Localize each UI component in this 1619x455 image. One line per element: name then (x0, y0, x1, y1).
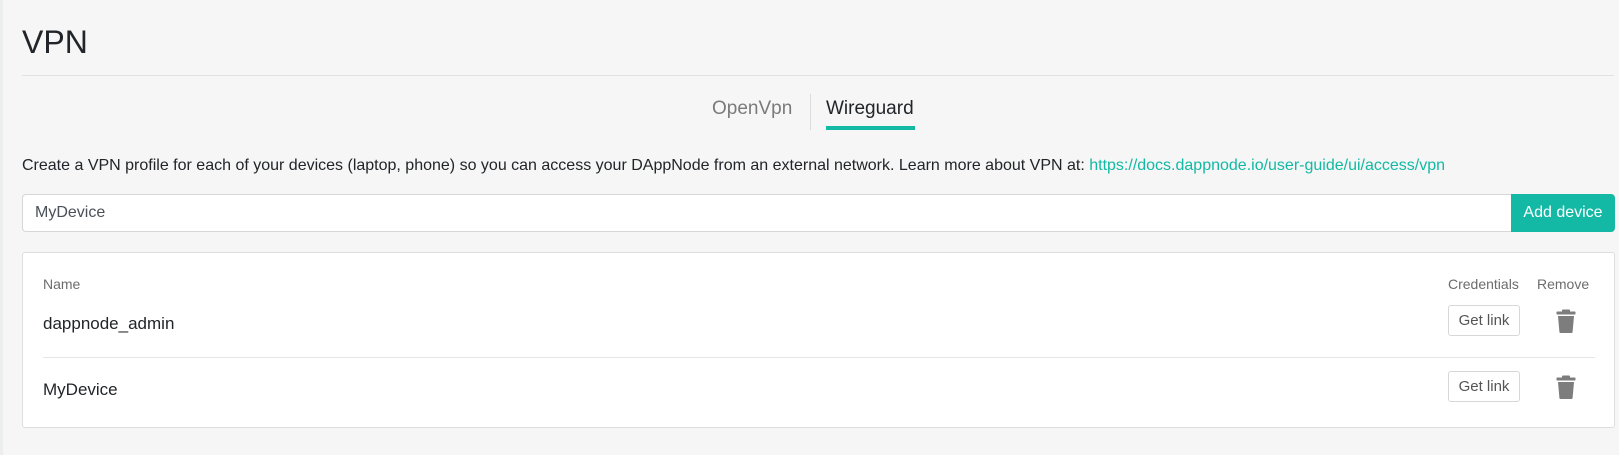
row-divider (43, 357, 1595, 358)
column-header-name: Name (43, 276, 81, 292)
trash-icon[interactable] (1556, 375, 1576, 399)
devices-table: Name Credentials Remove dappnode_admin G… (22, 252, 1615, 428)
table-row: dappnode_admin Get link (43, 299, 1595, 349)
tab-openvpn[interactable]: OpenVpn (712, 94, 792, 124)
device-name: MyDevice (43, 380, 118, 399)
trash-icon[interactable] (1556, 309, 1576, 333)
sidebar-edge (0, 0, 3, 455)
title-divider (22, 75, 1614, 76)
vpn-description: Create a VPN profile for each of your de… (22, 155, 1445, 177)
vpn-page: VPN OpenVpn Wireguard Create a VPN profi… (0, 0, 1619, 455)
get-link-button[interactable]: Get link (1448, 371, 1520, 402)
active-tab-indicator (826, 126, 915, 130)
column-header-credentials: Credentials (1448, 276, 1519, 292)
tab-divider (810, 94, 811, 130)
add-device-form: Add device (22, 194, 1615, 232)
column-header-remove: Remove (1537, 276, 1590, 292)
tab-wireguard[interactable]: Wireguard (826, 94, 914, 124)
page-title: VPN (22, 24, 88, 60)
device-name-input[interactable] (22, 194, 1511, 232)
device-name: dappnode_admin (43, 314, 175, 333)
table-row: MyDevice Get link (43, 365, 1595, 415)
add-device-button[interactable]: Add device (1511, 194, 1615, 232)
docs-link[interactable]: https://docs.dappnode.io/user-guide/ui/a… (1089, 157, 1445, 174)
vpn-tabs: OpenVpn Wireguard (0, 94, 1619, 134)
get-link-button[interactable]: Get link (1448, 305, 1520, 336)
description-text: Create a VPN profile for each of your de… (22, 157, 1090, 174)
